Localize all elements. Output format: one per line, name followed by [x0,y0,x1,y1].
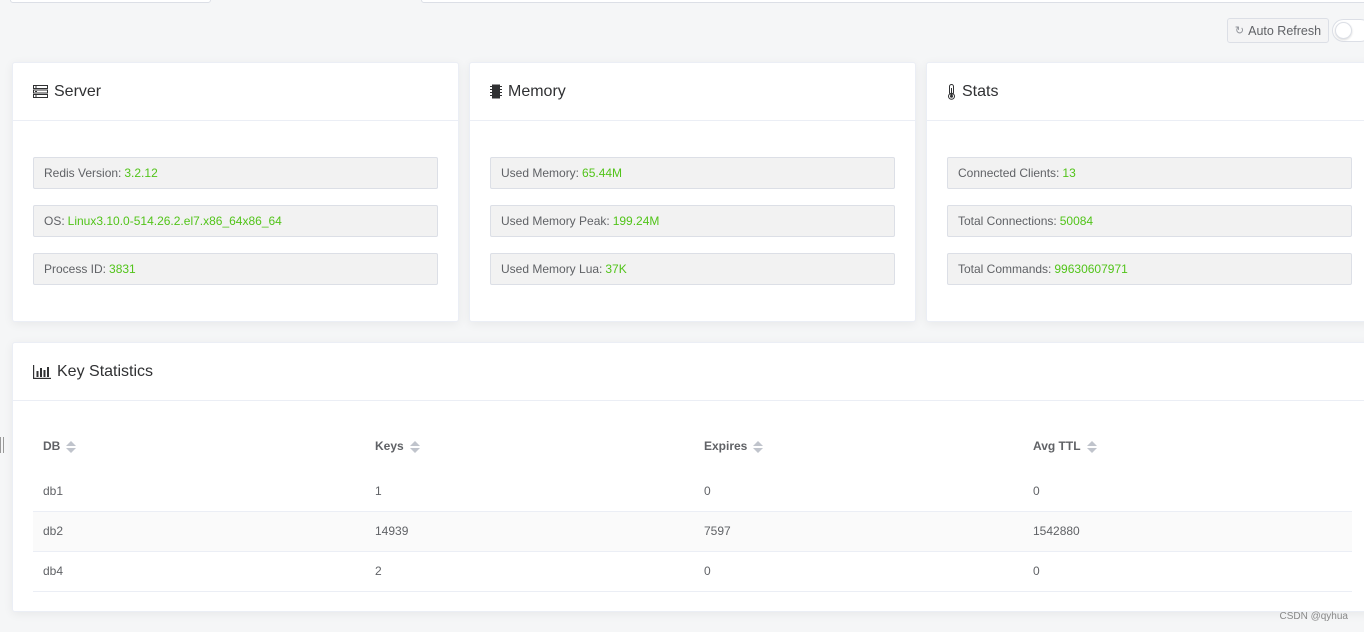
sort-icon[interactable] [409,440,420,453]
row-label: Used Memory Peak: [501,214,610,228]
sort-icon[interactable] [753,440,764,453]
server-card-header: Server [13,63,458,121]
row-label: Redis Version: [44,166,122,180]
table-cell: db2 [33,511,365,552]
row-label: Total Commands: [958,262,1052,276]
table-cell: 2 [365,551,694,592]
auto-refresh-toggle[interactable] [1332,19,1364,42]
stats-card-title: Stats [962,82,999,100]
server-icon [33,85,48,98]
column-header-avg-ttl[interactable]: Avg TTL [1023,421,1352,471]
watermark: CSDN @qyhua [1279,611,1348,622]
table-cell: 1 [365,471,694,512]
row-value: 13 [1062,166,1076,180]
stats-card: Stats Connected Clients: 13 Total Connec… [926,62,1364,322]
row-label: Total Connections: [958,214,1057,228]
row-label: Connected Clients: [958,166,1060,180]
process-id-row: Process ID: 3831 [33,253,438,285]
key-statistics-card: Key Statistics DB Keys Expires Avg TTL d… [12,342,1364,612]
table-cell: 7597 [694,511,1023,552]
os-row: OS: Linux3.10.0-514.26.2.el7.x86_64x86_6… [33,205,438,237]
row-value: 3.2.12 [124,166,158,180]
memory-card-header: Memory [470,63,915,121]
row-value: Linux3.10.0-514.26.2.el7.x86_64x86_64 [67,214,282,228]
row-value: 65.44M [582,166,623,180]
row-value: 99630607971 [1054,262,1128,276]
table-row: db2 14939 7597 1542880 [33,511,1352,552]
table-cell: db4 [33,551,365,592]
sort-icon[interactable] [1086,440,1097,453]
key-statistics-header: Key Statistics [13,343,1364,401]
used-memory-peak-row: Used Memory Peak: 199.24M [490,205,895,237]
table-cell: 0 [694,551,1023,592]
row-label: Used Memory Lua: [501,262,603,276]
row-label: OS: [44,214,65,228]
top-right-input[interactable] [421,0,1364,3]
table-cell: 1542880 [1023,511,1352,552]
column-header-keys[interactable]: Keys [365,421,694,471]
column-header-expires[interactable]: Expires [694,421,1023,471]
table-cell: db1 [33,471,365,512]
table-header-row: DB Keys Expires Avg TTL [33,421,1352,471]
memory-card: Memory Used Memory: 65.44M Used Memory P… [469,62,916,322]
resize-handle[interactable] [0,437,4,453]
row-value: 37K [605,262,627,276]
column-header-label: Avg TTL [1033,439,1081,453]
total-connections-row: Total Connections: 50084 [947,205,1352,237]
table-row: db1 1 0 0 [33,471,1352,512]
row-value: 50084 [1059,214,1094,228]
column-header-label: DB [43,439,61,453]
server-card: Server Redis Version: 3.2.12 OS: Linux3.… [12,62,459,322]
row-value: 3831 [109,262,136,276]
top-left-input[interactable] [10,0,211,3]
refresh-icon: ↻ [1234,25,1245,37]
total-commands-row: Total Commands: 99630607971 [947,253,1352,285]
toggle-knob [1335,22,1352,39]
table-cell: 14939 [365,511,694,552]
auto-refresh-label: Auto Refresh [1248,23,1322,38]
memory-card-title: Memory [508,82,566,100]
table-cell: 0 [694,471,1023,512]
server-card-title: Server [54,82,102,100]
row-label: Process ID: [44,262,107,276]
bar-chart-icon [33,364,51,379]
thermometer-icon [947,83,956,100]
key-statistics-table: DB Keys Expires Avg TTL db1 1 0 0 db2 14… [33,421,1352,592]
connected-clients-row: Connected Clients: 13 [947,157,1352,189]
column-header-label: Expires [704,439,748,453]
stats-card-header: Stats [927,63,1364,121]
table-row: db4 2 0 0 [33,551,1352,592]
redis-version-row: Redis Version: 3.2.12 [33,157,438,189]
auto-refresh-button[interactable]: ↻ Auto Refresh [1227,18,1329,43]
sort-icon[interactable] [66,440,77,453]
table-cell: 0 [1023,471,1352,512]
column-header-label: Keys [375,439,404,453]
column-header-db[interactable]: DB [33,421,365,471]
row-value: 199.24M [612,214,660,228]
table-cell: 0 [1023,551,1352,592]
used-memory-lua-row: Used Memory Lua: 37K [490,253,895,285]
memory-chip-icon [490,84,502,99]
row-label: Used Memory: [501,166,580,180]
key-statistics-title: Key Statistics [57,362,154,380]
used-memory-row: Used Memory: 65.44M [490,157,895,189]
